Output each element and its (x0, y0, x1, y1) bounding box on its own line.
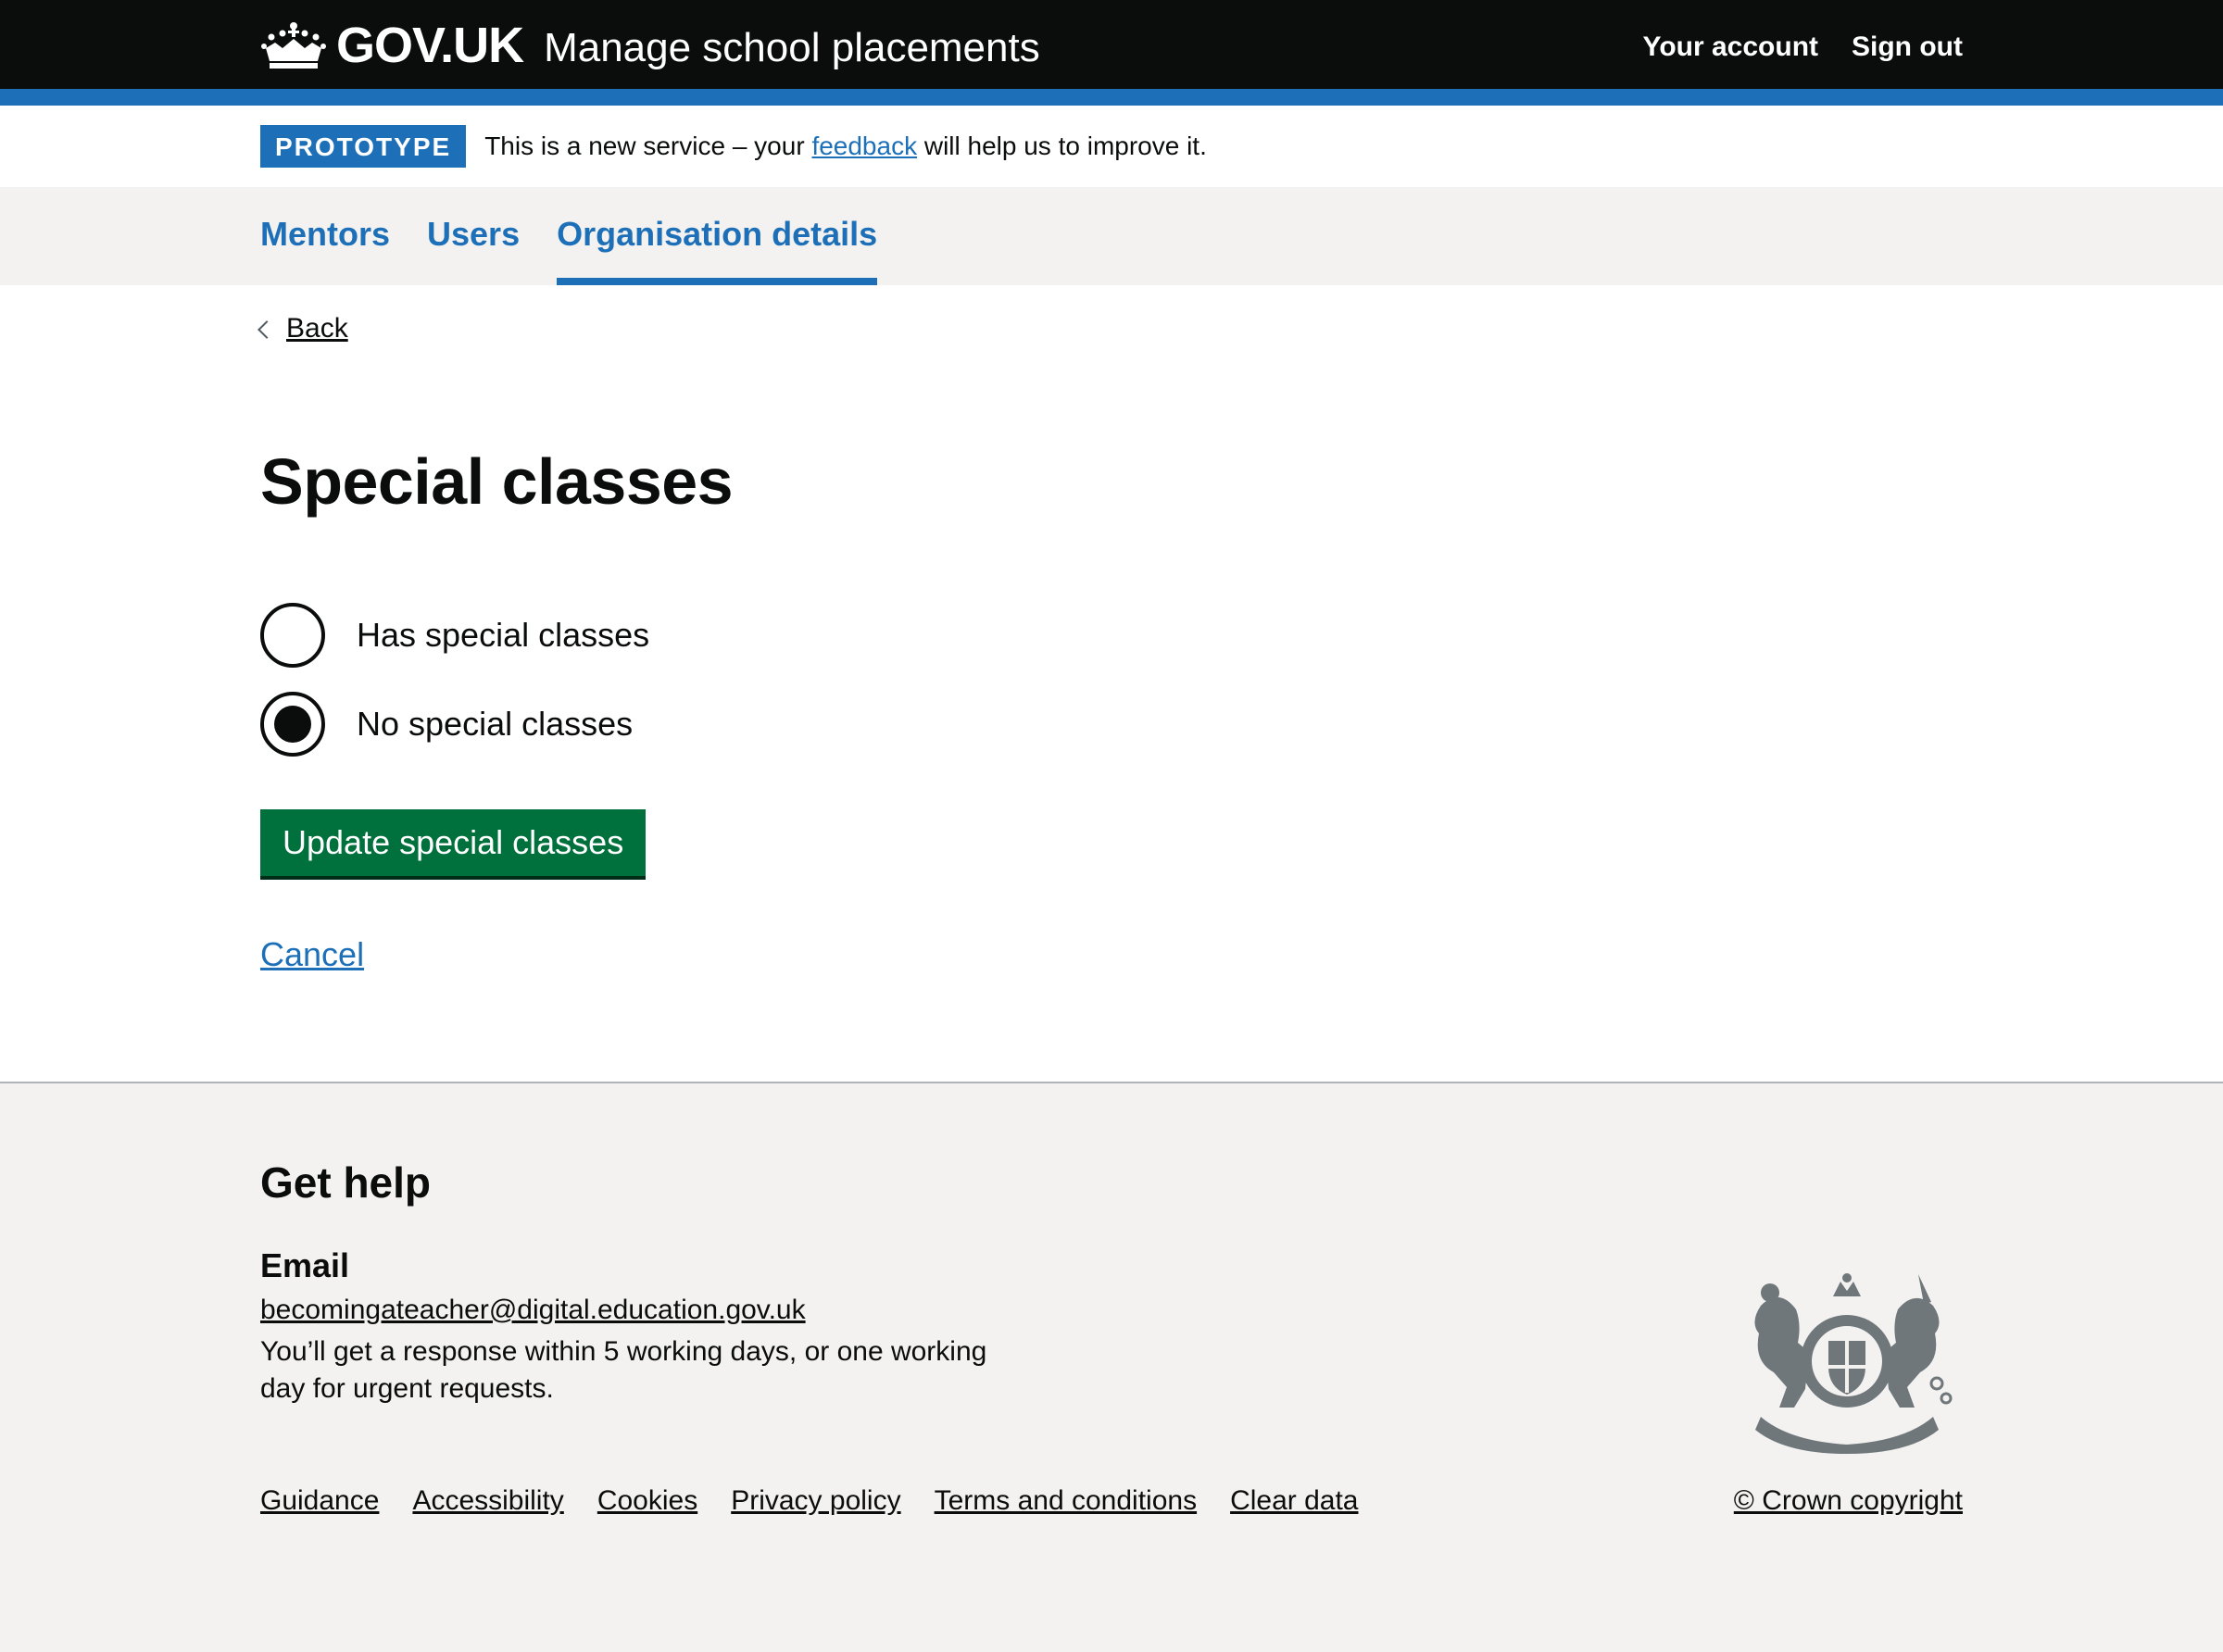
footer-link-clear-data[interactable]: Clear data (1230, 1485, 1358, 1517)
site-header: GOV.UK Manage school placements Your acc… (0, 0, 2223, 89)
crown-copyright-link[interactable]: © Crown copyright (1734, 1485, 1963, 1517)
primary-navigation: Mentors Users Organisation details (0, 187, 2223, 285)
footer-links: Guidance Accessibility Cookies Privacy p… (260, 1485, 1359, 1517)
header-blue-bar (0, 89, 2223, 106)
support-email-link[interactable]: becomingateacher@digital.education.gov.u… (260, 1295, 806, 1326)
feedback-link[interactable]: feedback (811, 131, 917, 160)
radio-button-selected[interactable] (260, 692, 325, 757)
phase-banner: PROTOTYPE This is a new service – your f… (0, 106, 2223, 187)
radio-label[interactable]: No special classes (357, 705, 633, 744)
radio-label[interactable]: Has special classes (357, 616, 649, 655)
back-link-label: Back (286, 313, 348, 344)
site-footer: Get help Email becomingateacher@digital.… (0, 1083, 2223, 1652)
radio-no-special-classes[interactable]: No special classes (260, 687, 649, 761)
footer-link-cookies[interactable]: Cookies (597, 1485, 697, 1517)
phase-text-before: This is a new service – your (484, 131, 812, 160)
sign-out-link[interactable]: Sign out (1852, 31, 1963, 63)
govuk-wordmark: GOV.UK (336, 18, 524, 73)
radio-button[interactable] (260, 603, 325, 668)
update-special-classes-button[interactable]: Update special classes (260, 809, 647, 876)
email-heading: Email (260, 1246, 350, 1284)
service-name[interactable]: Manage school placements (544, 25, 1040, 71)
get-help-heading: Get help (260, 1158, 432, 1207)
response-time-text: You’ll get a response within 5 working d… (260, 1336, 987, 1404)
nav-link-organisation-details[interactable]: Organisation details (557, 215, 877, 254)
your-account-link[interactable]: Your account (1643, 31, 1818, 63)
phase-banner-text: This is a new service – your feedback wi… (484, 131, 1207, 161)
page-title: Special classes (260, 445, 734, 518)
crown-icon (261, 22, 326, 69)
royal-coat-of-arms-icon (1754, 1273, 1953, 1454)
nav-link-mentors[interactable]: Mentors (260, 215, 390, 254)
prototype-tag: PROTOTYPE (260, 125, 467, 168)
nav-item-organisation-details: Organisation details (557, 187, 878, 285)
back-link[interactable]: Back (257, 313, 348, 344)
header-nav: Your account Sign out (1643, 31, 1963, 63)
chevron-left-icon (257, 320, 276, 339)
footer-link-accessibility[interactable]: Accessibility (412, 1485, 563, 1517)
phase-text-after: will help us to improve it. (917, 131, 1207, 160)
cancel-link[interactable]: Cancel (260, 935, 364, 974)
nav-item-users: Users (427, 187, 520, 285)
footer-link-guidance[interactable]: Guidance (260, 1485, 379, 1517)
radio-has-special-classes[interactable]: Has special classes (260, 598, 649, 672)
footer-link-terms-and-conditions[interactable]: Terms and conditions (935, 1485, 1197, 1517)
main-content: Back Special classes Has special classes… (0, 285, 2223, 1083)
radio-selected-dot (274, 706, 311, 743)
nav-item-mentors: Mentors (260, 187, 390, 285)
nav-link-users[interactable]: Users (427, 215, 520, 254)
footer-link-privacy-policy[interactable]: Privacy policy (731, 1485, 900, 1517)
special-classes-radios: Has special classes No special classes (260, 598, 649, 776)
govuk-logo-link[interactable]: GOV.UK Manage school placements (260, 17, 1040, 74)
